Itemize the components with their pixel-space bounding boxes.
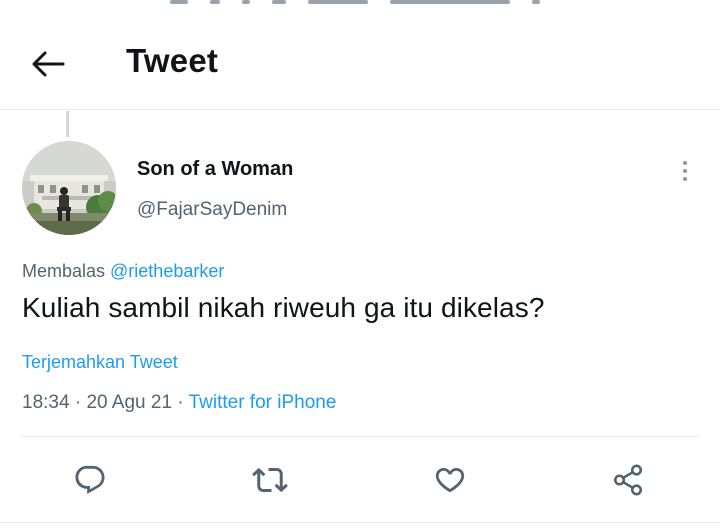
reply-to-handle-link[interactable]: @riethebarker xyxy=(110,261,224,281)
more-dot-icon xyxy=(683,169,687,173)
avatar[interactable] xyxy=(22,141,116,235)
tweet-metadata: 18:34 · 20 Agu 21 · Twitter for iPhone xyxy=(22,392,336,414)
more-options-button[interactable] xyxy=(672,154,698,188)
tweet-source-link[interactable]: Twitter for iPhone xyxy=(189,392,337,413)
tweet-text: Kuliah sambil nikah riweuh ga itu dikela… xyxy=(22,292,545,323)
translate-tweet-link[interactable]: Terjemahkan Tweet xyxy=(22,352,178,373)
meta-separator: · xyxy=(177,392,189,413)
more-dot-icon xyxy=(683,177,687,181)
replying-to: Membalas @riethebarker xyxy=(22,261,224,282)
like-button[interactable] xyxy=(428,458,472,502)
arrow-left-icon xyxy=(32,51,65,77)
author-name[interactable]: Son of a Woman xyxy=(137,158,293,181)
tweet-time[interactable]: 18:34 xyxy=(22,392,70,413)
meta-separator: · xyxy=(74,392,87,413)
back-button[interactable] xyxy=(26,42,70,86)
share-icon xyxy=(613,464,643,496)
divider xyxy=(22,436,698,437)
tweet-date[interactable]: 20 Agu 21 xyxy=(86,392,172,413)
thread-connector-line xyxy=(66,111,69,137)
avatar-photo xyxy=(22,141,116,235)
reply-button[interactable] xyxy=(68,458,112,502)
tweet-action-bar xyxy=(0,458,720,502)
like-icon xyxy=(435,467,465,493)
page-title: Tweet xyxy=(126,42,219,79)
reply-prefix: Membalas xyxy=(22,261,111,281)
author-handle[interactable]: @FajarSayDenim xyxy=(137,199,287,221)
bottom-divider xyxy=(0,522,720,523)
reply-icon xyxy=(75,465,105,494)
top-app-bar: Tweet xyxy=(0,0,720,110)
retweet-icon xyxy=(252,467,288,493)
more-dot-icon xyxy=(683,161,687,165)
retweet-button[interactable] xyxy=(248,458,292,502)
share-button[interactable] xyxy=(606,458,650,502)
